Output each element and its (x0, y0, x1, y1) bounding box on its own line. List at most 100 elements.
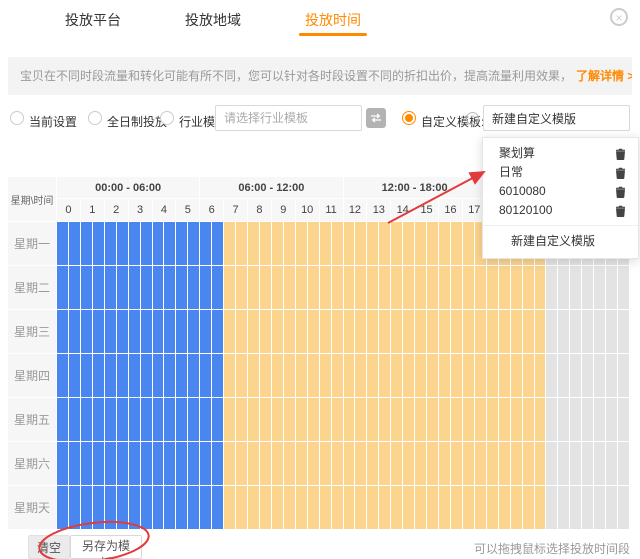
time-cell[interactable] (272, 222, 283, 265)
time-cell[interactable] (487, 266, 498, 309)
time-cell[interactable] (141, 442, 152, 485)
time-cell[interactable] (296, 398, 307, 441)
time-cell[interactable] (260, 266, 271, 309)
time-cell[interactable] (344, 354, 355, 397)
time-cell[interactable] (284, 442, 295, 485)
time-cell[interactable] (344, 222, 355, 265)
time-cell[interactable] (570, 398, 581, 441)
time-cell[interactable] (570, 442, 581, 485)
time-cell[interactable] (69, 310, 80, 353)
time-cell[interactable] (439, 222, 450, 265)
time-cell[interactable] (236, 486, 247, 529)
time-cell[interactable] (618, 310, 629, 353)
time-cell[interactable] (272, 486, 283, 529)
time-cell[interactable] (164, 486, 175, 529)
time-cell[interactable] (582, 310, 593, 353)
time-cell[interactable] (463, 486, 474, 529)
time-cell[interactable] (618, 486, 629, 529)
time-cell[interactable] (308, 442, 319, 485)
time-cell[interactable] (129, 266, 140, 309)
time-cell[interactable] (153, 486, 164, 529)
time-cell[interactable] (511, 354, 522, 397)
time-cell[interactable] (57, 310, 68, 353)
time-cell[interactable] (427, 398, 438, 441)
dropdown-new-template-item[interactable]: 新建自定义模版 (483, 225, 638, 252)
time-cell[interactable] (332, 222, 343, 265)
time-cell[interactable] (439, 398, 450, 441)
time-cell[interactable] (284, 310, 295, 353)
time-cell[interactable] (164, 398, 175, 441)
time-cell[interactable] (284, 486, 295, 529)
time-cell[interactable] (499, 266, 510, 309)
time-cell[interactable] (606, 442, 617, 485)
time-cell[interactable] (308, 486, 319, 529)
time-cell[interactable] (105, 486, 116, 529)
time-cell[interactable] (355, 310, 366, 353)
time-cell[interactable] (200, 354, 211, 397)
delete-template-button[interactable] (615, 205, 626, 217)
time-cell[interactable] (367, 266, 378, 309)
time-cell[interactable] (117, 266, 128, 309)
time-cell[interactable] (570, 310, 581, 353)
time-cell[interactable] (355, 266, 366, 309)
time-cell[interactable] (403, 442, 414, 485)
help-icon[interactable]: ? (466, 112, 479, 125)
time-cell[interactable] (523, 266, 534, 309)
time-cell[interactable] (379, 310, 390, 353)
time-cell[interactable] (212, 354, 223, 397)
time-cell[interactable] (546, 398, 557, 441)
time-cell[interactable] (284, 222, 295, 265)
time-cell[interactable] (69, 354, 80, 397)
time-cell[interactable] (308, 266, 319, 309)
time-cell[interactable] (439, 486, 450, 529)
time-cell[interactable] (367, 486, 378, 529)
time-cell[interactable] (355, 442, 366, 485)
time-cell[interactable] (344, 442, 355, 485)
time-cell[interactable] (200, 398, 211, 441)
time-cell[interactable] (379, 486, 390, 529)
time-cell[interactable] (236, 266, 247, 309)
tab-placement-region[interactable]: 投放地域 (185, 10, 241, 30)
time-cell[interactable] (535, 486, 546, 529)
time-cell[interactable] (582, 266, 593, 309)
time-cell[interactable] (439, 266, 450, 309)
time-cell[interactable] (248, 398, 259, 441)
time-cell[interactable] (344, 266, 355, 309)
time-cell[interactable] (451, 266, 462, 309)
time-cell[interactable] (499, 442, 510, 485)
time-cell[interactable] (535, 398, 546, 441)
time-cell[interactable] (355, 354, 366, 397)
time-cell[interactable] (81, 310, 92, 353)
time-cell[interactable] (582, 442, 593, 485)
time-cell[interactable] (618, 442, 629, 485)
time-cell[interactable] (200, 442, 211, 485)
time-cell[interactable] (535, 266, 546, 309)
time-cell[interactable] (308, 310, 319, 353)
time-cell[interactable] (93, 310, 104, 353)
time-cell[interactable] (320, 310, 331, 353)
close-icon[interactable]: × (610, 8, 628, 26)
time-cell[interactable] (594, 398, 605, 441)
time-cell[interactable] (332, 398, 343, 441)
time-cell[interactable] (463, 222, 474, 265)
time-cell[interactable] (212, 486, 223, 529)
time-cell[interactable] (308, 398, 319, 441)
time-cell[interactable] (236, 354, 247, 397)
time-cell[interactable] (117, 398, 128, 441)
time-cell[interactable] (535, 310, 546, 353)
time-cell[interactable] (415, 222, 426, 265)
time-cell[interactable] (141, 398, 152, 441)
time-cell[interactable] (499, 354, 510, 397)
time-cell[interactable] (475, 486, 486, 529)
time-cell[interactable] (463, 398, 474, 441)
time-cell[interactable] (546, 486, 557, 529)
time-cell[interactable] (475, 354, 486, 397)
time-cell[interactable] (93, 398, 104, 441)
time-cell[interactable] (164, 310, 175, 353)
time-cell[interactable] (248, 222, 259, 265)
time-cell[interactable] (523, 442, 534, 485)
time-cell[interactable] (57, 222, 68, 265)
time-cell[interactable] (200, 486, 211, 529)
time-cell[interactable] (236, 398, 247, 441)
time-cell[interactable] (81, 442, 92, 485)
